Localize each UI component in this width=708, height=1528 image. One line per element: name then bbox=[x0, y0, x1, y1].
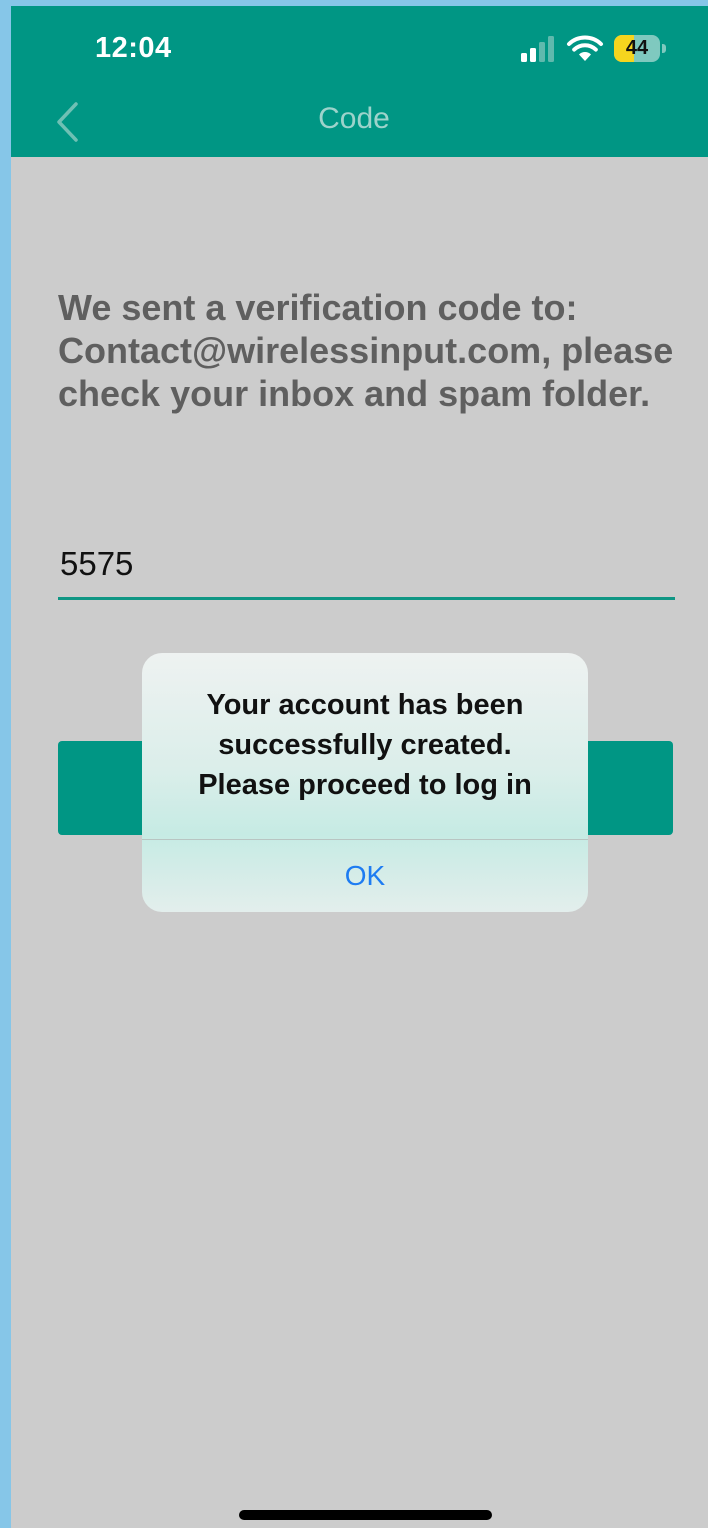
battery-icon: 44 bbox=[614, 35, 668, 62]
alert-dialog: Your account has been successfully creat… bbox=[142, 653, 588, 912]
status-time: 12:04 bbox=[95, 32, 172, 64]
battery-nub bbox=[662, 44, 666, 53]
page-title: Code bbox=[318, 102, 390, 135]
app-screen: 12:04 44 Code We sent a verification cod… bbox=[11, 6, 708, 1528]
signal-icon bbox=[521, 36, 554, 62]
ok-button[interactable]: OK bbox=[142, 840, 588, 912]
battery-level: 44 bbox=[625, 37, 649, 59]
battery-body: 44 bbox=[614, 35, 660, 62]
wifi-icon bbox=[567, 35, 603, 61]
header-bar: 12:04 44 Code bbox=[11, 6, 708, 157]
verification-code-input[interactable] bbox=[58, 531, 675, 600]
home-indicator[interactable] bbox=[239, 1510, 492, 1520]
alert-message: Your account has been successfully creat… bbox=[198, 689, 532, 801]
verification-message: We sent a verification code to: Contact@… bbox=[58, 287, 674, 414]
